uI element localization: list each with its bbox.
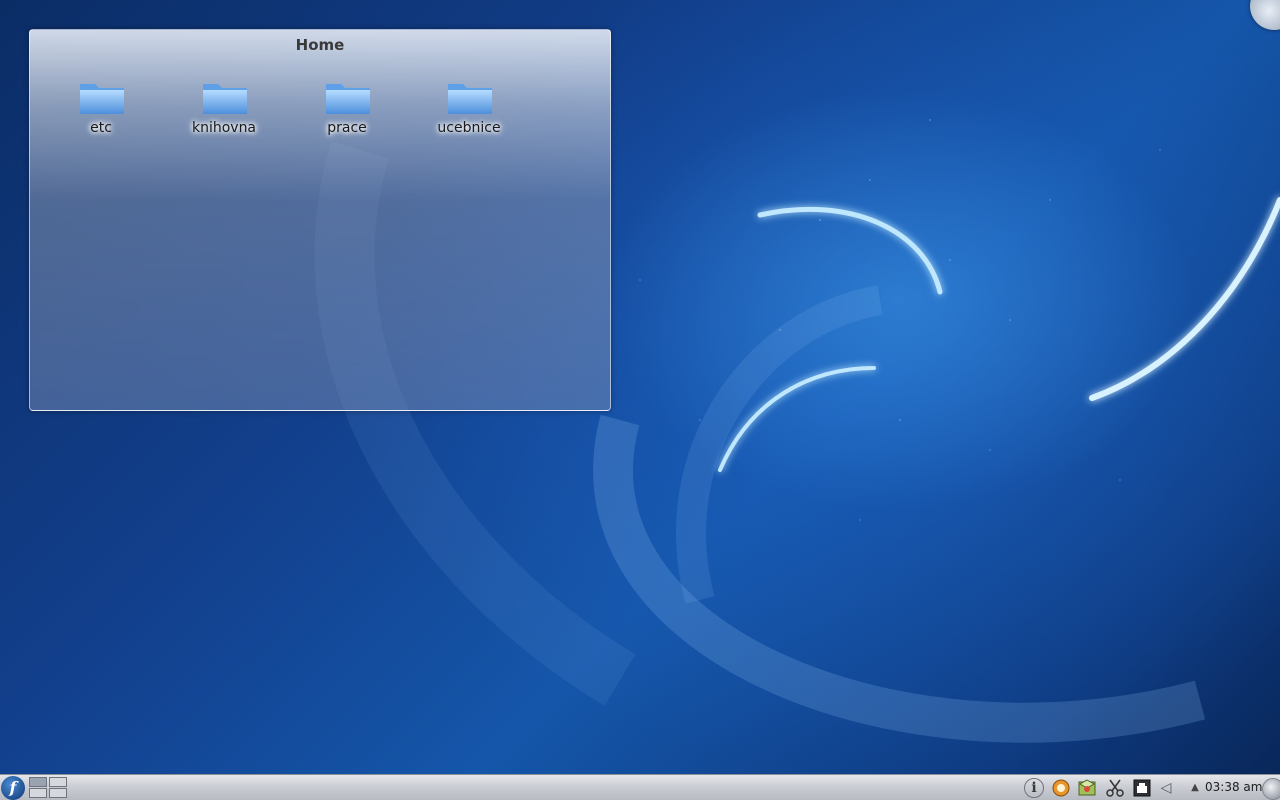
- folder-icon: [203, 84, 247, 114]
- folder-item-prace[interactable]: prace: [302, 76, 392, 146]
- package-icon[interactable]: [1077, 778, 1097, 798]
- folder-view-widget[interactable]: Home etc knihovna prace ucebnice: [29, 29, 611, 411]
- info-icon[interactable]: i: [1024, 778, 1044, 798]
- panel-toolbox-icon[interactable]: [1262, 778, 1280, 800]
- folder-icon: [326, 84, 370, 114]
- folder-icon: [80, 84, 124, 114]
- fedora-logo-icon[interactable]: f: [1, 776, 25, 800]
- show-hidden-icon[interactable]: ▲: [1185, 778, 1205, 798]
- scissors-icon[interactable]: [1105, 778, 1125, 798]
- desktop-pager[interactable]: [29, 777, 67, 799]
- pager-desktop-3[interactable]: [29, 788, 47, 798]
- taskbar: f i ◁ ▲ 03:38 am: [0, 774, 1280, 800]
- update-icon[interactable]: [1051, 778, 1071, 798]
- volume-icon[interactable]: ◁: [1156, 778, 1176, 798]
- folder-item-knihovna[interactable]: knihovna: [179, 76, 269, 146]
- folder-label: etc: [90, 120, 112, 136]
- folder-label: prace: [327, 120, 367, 136]
- folder-view-title: Home: [295, 36, 345, 54]
- pager-desktop-4[interactable]: [49, 788, 67, 798]
- folder-item-etc[interactable]: etc: [56, 76, 146, 146]
- folder-label: ucebnice: [437, 120, 501, 136]
- folder-item-ucebnice[interactable]: ucebnice: [424, 76, 514, 146]
- pager-desktop-2[interactable]: [49, 777, 67, 787]
- pager-desktop-1[interactable]: [29, 777, 47, 787]
- desktop[interactable]: Home etc knihovna prace ucebnice f i ◁ ▲…: [0, 0, 1280, 800]
- folder-icon: [448, 84, 492, 114]
- clock[interactable]: 03:38 am: [1205, 780, 1262, 794]
- folder-label: knihovna: [191, 120, 257, 136]
- network-icon[interactable]: [1132, 778, 1152, 798]
